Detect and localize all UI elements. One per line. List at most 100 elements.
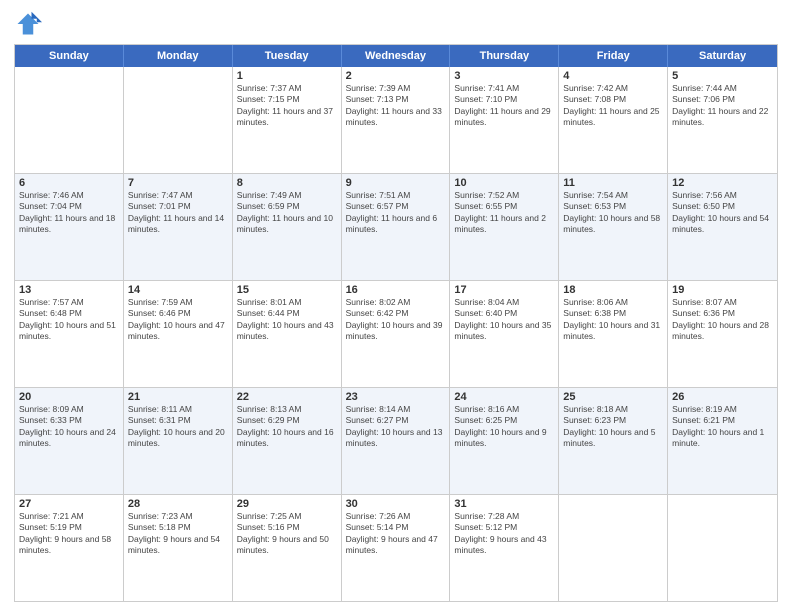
cell-info: Sunrise: 7:42 AM Sunset: 7:08 PM Dayligh… — [563, 83, 663, 129]
day-number: 22 — [237, 391, 337, 403]
day-number: 29 — [237, 498, 337, 510]
header-day-saturday: Saturday — [668, 45, 777, 67]
cal-cell-w2d2: 15Sunrise: 8:01 AM Sunset: 6:44 PM Dayli… — [233, 281, 342, 387]
cell-info: Sunrise: 7:57 AM Sunset: 6:48 PM Dayligh… — [19, 297, 119, 343]
week-row-1: 6Sunrise: 7:46 AM Sunset: 7:04 PM Daylig… — [15, 174, 777, 281]
cal-cell-w4d5 — [559, 495, 668, 601]
cell-info: Sunrise: 7:54 AM Sunset: 6:53 PM Dayligh… — [563, 190, 663, 236]
day-number: 25 — [563, 391, 663, 403]
day-number: 10 — [454, 177, 554, 189]
cal-cell-w2d3: 16Sunrise: 8:02 AM Sunset: 6:42 PM Dayli… — [342, 281, 451, 387]
cal-cell-w1d4: 10Sunrise: 7:52 AM Sunset: 6:55 PM Dayli… — [450, 174, 559, 280]
cal-cell-w1d0: 6Sunrise: 7:46 AM Sunset: 7:04 PM Daylig… — [15, 174, 124, 280]
cell-info: Sunrise: 7:39 AM Sunset: 7:13 PM Dayligh… — [346, 83, 446, 129]
header — [14, 10, 778, 38]
cell-info: Sunrise: 7:52 AM Sunset: 6:55 PM Dayligh… — [454, 190, 554, 236]
cal-cell-w0d2: 1Sunrise: 7:37 AM Sunset: 7:15 PM Daylig… — [233, 67, 342, 173]
day-number: 19 — [672, 284, 773, 296]
day-number: 17 — [454, 284, 554, 296]
cal-cell-w2d5: 18Sunrise: 8:06 AM Sunset: 6:38 PM Dayli… — [559, 281, 668, 387]
day-number: 14 — [128, 284, 228, 296]
cell-info: Sunrise: 7:51 AM Sunset: 6:57 PM Dayligh… — [346, 190, 446, 236]
cal-cell-w4d3: 30Sunrise: 7:26 AM Sunset: 5:14 PM Dayli… — [342, 495, 451, 601]
day-number: 1 — [237, 70, 337, 82]
cell-info: Sunrise: 7:59 AM Sunset: 6:46 PM Dayligh… — [128, 297, 228, 343]
cal-cell-w3d6: 26Sunrise: 8:19 AM Sunset: 6:21 PM Dayli… — [668, 388, 777, 494]
day-number: 3 — [454, 70, 554, 82]
header-day-monday: Monday — [124, 45, 233, 67]
day-number: 13 — [19, 284, 119, 296]
calendar-body: 1Sunrise: 7:37 AM Sunset: 7:15 PM Daylig… — [15, 67, 777, 601]
cell-info: Sunrise: 7:23 AM Sunset: 5:18 PM Dayligh… — [128, 511, 228, 557]
logo — [14, 10, 46, 38]
week-row-4: 27Sunrise: 7:21 AM Sunset: 5:19 PM Dayli… — [15, 495, 777, 601]
header-day-friday: Friday — [559, 45, 668, 67]
header-day-tuesday: Tuesday — [233, 45, 342, 67]
day-number: 7 — [128, 177, 228, 189]
header-day-wednesday: Wednesday — [342, 45, 451, 67]
week-row-0: 1Sunrise: 7:37 AM Sunset: 7:15 PM Daylig… — [15, 67, 777, 174]
day-number: 6 — [19, 177, 119, 189]
day-number: 28 — [128, 498, 228, 510]
cal-cell-w4d2: 29Sunrise: 7:25 AM Sunset: 5:16 PM Dayli… — [233, 495, 342, 601]
cal-cell-w3d3: 23Sunrise: 8:14 AM Sunset: 6:27 PM Dayli… — [342, 388, 451, 494]
day-number: 18 — [563, 284, 663, 296]
day-number: 30 — [346, 498, 446, 510]
cell-info: Sunrise: 7:37 AM Sunset: 7:15 PM Dayligh… — [237, 83, 337, 129]
cal-cell-w4d4: 31Sunrise: 7:28 AM Sunset: 5:12 PM Dayli… — [450, 495, 559, 601]
cell-info: Sunrise: 8:02 AM Sunset: 6:42 PM Dayligh… — [346, 297, 446, 343]
cal-cell-w0d3: 2Sunrise: 7:39 AM Sunset: 7:13 PM Daylig… — [342, 67, 451, 173]
cell-info: Sunrise: 8:11 AM Sunset: 6:31 PM Dayligh… — [128, 404, 228, 450]
cal-cell-w2d0: 13Sunrise: 7:57 AM Sunset: 6:48 PM Dayli… — [15, 281, 124, 387]
cal-cell-w4d0: 27Sunrise: 7:21 AM Sunset: 5:19 PM Dayli… — [15, 495, 124, 601]
day-number: 2 — [346, 70, 446, 82]
cell-info: Sunrise: 7:56 AM Sunset: 6:50 PM Dayligh… — [672, 190, 773, 236]
cal-cell-w4d6 — [668, 495, 777, 601]
cell-info: Sunrise: 8:04 AM Sunset: 6:40 PM Dayligh… — [454, 297, 554, 343]
header-day-thursday: Thursday — [450, 45, 559, 67]
day-number: 4 — [563, 70, 663, 82]
cell-info: Sunrise: 8:18 AM Sunset: 6:23 PM Dayligh… — [563, 404, 663, 450]
header-day-sunday: Sunday — [15, 45, 124, 67]
cell-info: Sunrise: 8:16 AM Sunset: 6:25 PM Dayligh… — [454, 404, 554, 450]
cell-info: Sunrise: 7:26 AM Sunset: 5:14 PM Dayligh… — [346, 511, 446, 557]
cell-info: Sunrise: 7:44 AM Sunset: 7:06 PM Dayligh… — [672, 83, 773, 129]
cal-cell-w2d6: 19Sunrise: 8:07 AM Sunset: 6:36 PM Dayli… — [668, 281, 777, 387]
calendar-header: SundayMondayTuesdayWednesdayThursdayFrid… — [15, 45, 777, 67]
cell-info: Sunrise: 7:41 AM Sunset: 7:10 PM Dayligh… — [454, 83, 554, 129]
cal-cell-w1d2: 8Sunrise: 7:49 AM Sunset: 6:59 PM Daylig… — [233, 174, 342, 280]
week-row-2: 13Sunrise: 7:57 AM Sunset: 6:48 PM Dayli… — [15, 281, 777, 388]
day-number: 16 — [346, 284, 446, 296]
day-number: 26 — [672, 391, 773, 403]
cell-info: Sunrise: 8:09 AM Sunset: 6:33 PM Dayligh… — [19, 404, 119, 450]
cal-cell-w3d2: 22Sunrise: 8:13 AM Sunset: 6:29 PM Dayli… — [233, 388, 342, 494]
cell-info: Sunrise: 7:49 AM Sunset: 6:59 PM Dayligh… — [237, 190, 337, 236]
cell-info: Sunrise: 8:19 AM Sunset: 6:21 PM Dayligh… — [672, 404, 773, 450]
cal-cell-w0d0 — [15, 67, 124, 173]
cal-cell-w3d0: 20Sunrise: 8:09 AM Sunset: 6:33 PM Dayli… — [15, 388, 124, 494]
cal-cell-w1d3: 9Sunrise: 7:51 AM Sunset: 6:57 PM Daylig… — [342, 174, 451, 280]
day-number: 21 — [128, 391, 228, 403]
day-number: 31 — [454, 498, 554, 510]
cal-cell-w1d1: 7Sunrise: 7:47 AM Sunset: 7:01 PM Daylig… — [124, 174, 233, 280]
day-number: 23 — [346, 391, 446, 403]
cal-cell-w1d6: 12Sunrise: 7:56 AM Sunset: 6:50 PM Dayli… — [668, 174, 777, 280]
day-number: 8 — [237, 177, 337, 189]
cal-cell-w0d6: 5Sunrise: 7:44 AM Sunset: 7:06 PM Daylig… — [668, 67, 777, 173]
logo-icon — [14, 10, 42, 38]
day-number: 24 — [454, 391, 554, 403]
cal-cell-w4d1: 28Sunrise: 7:23 AM Sunset: 5:18 PM Dayli… — [124, 495, 233, 601]
day-number: 27 — [19, 498, 119, 510]
cal-cell-w2d4: 17Sunrise: 8:04 AM Sunset: 6:40 PM Dayli… — [450, 281, 559, 387]
cell-info: Sunrise: 7:21 AM Sunset: 5:19 PM Dayligh… — [19, 511, 119, 557]
cell-info: Sunrise: 8:06 AM Sunset: 6:38 PM Dayligh… — [563, 297, 663, 343]
cell-info: Sunrise: 7:47 AM Sunset: 7:01 PM Dayligh… — [128, 190, 228, 236]
cal-cell-w0d5: 4Sunrise: 7:42 AM Sunset: 7:08 PM Daylig… — [559, 67, 668, 173]
page: SundayMondayTuesdayWednesdayThursdayFrid… — [0, 0, 792, 612]
day-number: 9 — [346, 177, 446, 189]
cell-info: Sunrise: 7:46 AM Sunset: 7:04 PM Dayligh… — [19, 190, 119, 236]
cell-info: Sunrise: 8:01 AM Sunset: 6:44 PM Dayligh… — [237, 297, 337, 343]
cell-info: Sunrise: 7:28 AM Sunset: 5:12 PM Dayligh… — [454, 511, 554, 557]
cal-cell-w3d1: 21Sunrise: 8:11 AM Sunset: 6:31 PM Dayli… — [124, 388, 233, 494]
day-number: 20 — [19, 391, 119, 403]
